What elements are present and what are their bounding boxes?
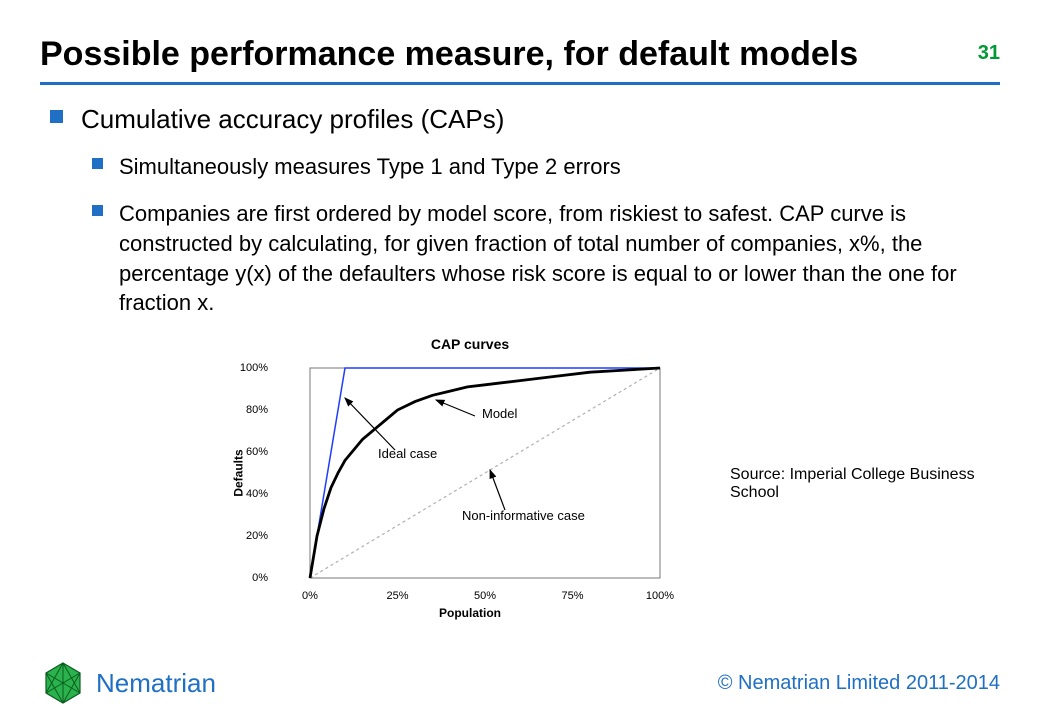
chart-area: CAP curves xyxy=(270,336,990,620)
bullet-level2-text: Simultaneously measures Type 1 and Type … xyxy=(119,152,621,182)
slide: Possible performance measure, for defaul… xyxy=(0,0,1040,720)
brand-logo-icon xyxy=(40,660,86,706)
chart-box: CAP curves xyxy=(270,336,670,620)
footer: Nematrian © Nematrian Limited 2011-2014 xyxy=(0,658,1040,708)
chart-ytick: 60% xyxy=(234,446,268,458)
chart-title: CAP curves xyxy=(270,336,670,352)
plot-wrap: Defaults 0% 20% 40% 60% 80% 100% 0% 25% … xyxy=(270,358,670,588)
cap-curves-plot xyxy=(270,358,670,588)
chart-xtick: 50% xyxy=(474,590,496,602)
bullet-level1-text: Cumulative accuracy profiles (CAPs) xyxy=(81,103,504,136)
copyright: © Nematrian Limited 2011-2014 xyxy=(718,672,1000,695)
chart-annotation-ideal: Ideal case xyxy=(378,446,437,461)
chart-xtick: 0% xyxy=(302,590,318,602)
page-title: Possible performance measure, for defaul… xyxy=(40,35,1000,74)
bullet-square-icon xyxy=(92,205,103,216)
chart-annotation-noninformative: Non-informative case xyxy=(462,508,585,523)
brand-name: Nematrian xyxy=(96,668,216,699)
chart-annotation-model: Model xyxy=(482,406,517,421)
header: Possible performance measure, for defaul… xyxy=(0,0,1040,74)
brand: Nematrian xyxy=(40,660,216,706)
chart-source: Source: Imperial College Business School xyxy=(730,466,990,502)
chart-xlabel: Population xyxy=(270,606,670,620)
content: Cumulative accuracy profiles (CAPs) Simu… xyxy=(0,85,1040,620)
bullet-level2-item: Companies are first ordered by model sco… xyxy=(92,199,990,318)
chart-ytick: 0% xyxy=(234,572,268,584)
chart-xtick: 100% xyxy=(646,590,674,602)
chart-ytick: 100% xyxy=(234,362,268,374)
chart-xtick: 25% xyxy=(386,590,408,602)
chart-ytick: 40% xyxy=(234,488,268,500)
bullet-level2-item: Simultaneously measures Type 1 and Type … xyxy=(92,152,990,182)
bullet-square-icon xyxy=(50,110,63,123)
chart-ytick: 20% xyxy=(234,530,268,542)
bullet-square-icon xyxy=(92,158,103,169)
chart-ytick: 80% xyxy=(234,404,268,416)
bullet-level1: Cumulative accuracy profiles (CAPs) xyxy=(50,103,990,136)
chart-xtick: 75% xyxy=(561,590,583,602)
page-number: 31 xyxy=(978,42,1000,65)
bullet-level2-text: Companies are first ordered by model sco… xyxy=(119,199,990,318)
